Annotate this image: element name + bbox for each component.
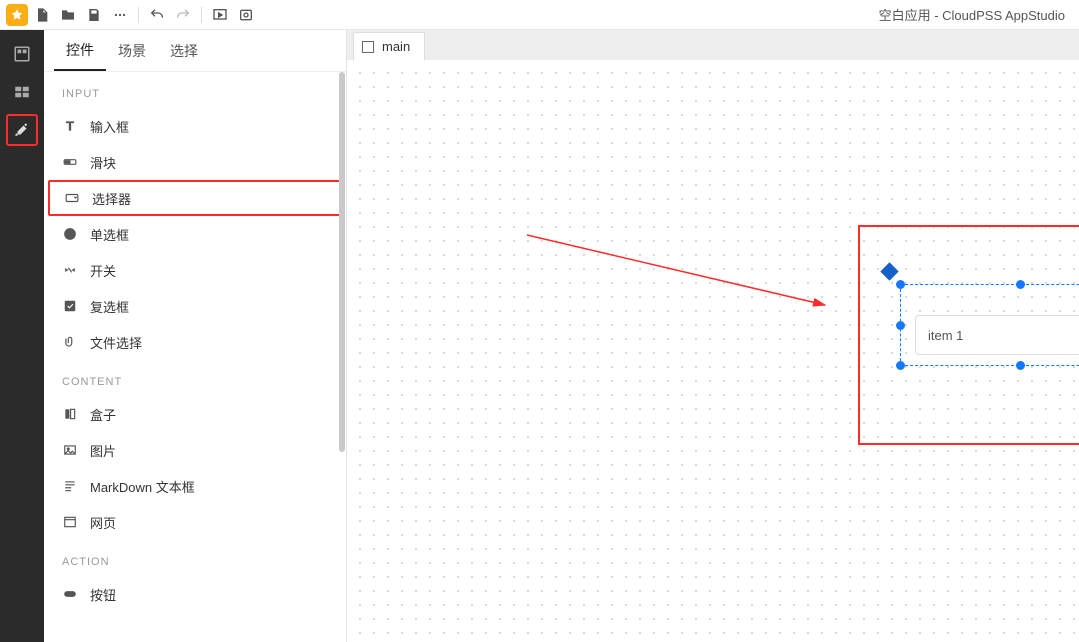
checkbox-icon: [62, 299, 78, 313]
widget-button[interactable]: 按钮: [44, 576, 346, 612]
radio-icon: [62, 227, 78, 241]
more-icon[interactable]: [108, 3, 132, 27]
panel-tabs: 控件 场景 选择: [44, 30, 346, 72]
widget-label: 选择器: [92, 189, 131, 208]
widget-label: 图片: [90, 441, 116, 460]
page-icon: [362, 41, 374, 53]
tab-select[interactable]: 选择: [158, 30, 210, 71]
slider-icon: [62, 155, 78, 169]
box-icon: [62, 407, 78, 421]
settings-icon[interactable]: [234, 3, 258, 27]
widget-image[interactable]: 图片: [44, 432, 346, 468]
rail-tools-icon[interactable]: [6, 114, 38, 146]
resize-handle-bm[interactable]: [1016, 361, 1025, 370]
widget-label: 网页: [90, 513, 116, 532]
left-rail: [0, 30, 44, 642]
canvas-tabstrip: main: [347, 30, 1079, 60]
widget-label: 输入框: [90, 117, 129, 136]
widget-file-select[interactable]: 文件选择: [44, 324, 346, 360]
widget-checkbox[interactable]: 复选框: [44, 288, 346, 324]
image-icon: [62, 443, 78, 457]
switch-icon: [62, 263, 78, 277]
canvas-tab-main[interactable]: main: [353, 32, 425, 60]
widget-label: 复选框: [90, 297, 129, 316]
selector-value: item 1: [928, 328, 963, 343]
redo-icon[interactable]: [171, 3, 195, 27]
tab-widgets[interactable]: 控件: [54, 30, 106, 71]
resize-handle-ml[interactable]: [896, 321, 905, 330]
widget-box[interactable]: 盒子: [44, 396, 346, 432]
resize-handle-tl[interactable]: [896, 280, 905, 289]
selector-icon: [64, 191, 80, 205]
widget-label: 按钮: [90, 585, 116, 604]
resize-handle-bl[interactable]: [896, 361, 905, 370]
markdown-icon: [62, 479, 78, 493]
section-action: ACTION: [44, 540, 346, 576]
widget-switch[interactable]: 开关: [44, 252, 346, 288]
preview-icon[interactable]: [208, 3, 232, 27]
widget-label: MarkDown 文本框: [90, 477, 195, 496]
widget-radio[interactable]: 单选框: [44, 216, 346, 252]
widget-label: 文件选择: [90, 333, 142, 352]
widget-selector[interactable]: 选择器: [48, 180, 342, 216]
resize-handle-tm[interactable]: [1016, 280, 1025, 289]
canvas-area: main item 1: [347, 30, 1079, 642]
section-input: INPUT: [44, 72, 346, 108]
topbar: 空白应用 - CloudPSS AppStudio: [0, 0, 1079, 30]
canvas-tab-label: main: [382, 39, 410, 54]
widget-label: 盒子: [90, 405, 116, 424]
webpage-icon: [62, 515, 78, 529]
selector-component[interactable]: item 1: [915, 315, 1079, 355]
file-icon: [62, 335, 78, 349]
widget-markdown[interactable]: MarkDown 文本框: [44, 468, 346, 504]
widget-label: 开关: [90, 261, 116, 280]
widget-label: 单选框: [90, 225, 129, 244]
open-folder-icon[interactable]: [56, 3, 80, 27]
widget-label: 滑块: [90, 153, 116, 172]
rail-assets-icon[interactable]: [6, 76, 38, 108]
text-input-icon: [62, 119, 78, 133]
app-logo[interactable]: [6, 4, 28, 26]
new-file-icon[interactable]: [30, 3, 54, 27]
widget-input-box[interactable]: 输入框: [44, 108, 346, 144]
rail-layout-icon[interactable]: [6, 38, 38, 70]
window-title: 空白应用 - CloudPSS AppStudio: [258, 5, 1073, 24]
save-icon[interactable]: [82, 3, 106, 27]
scrollbar[interactable]: [339, 72, 345, 452]
tab-scenes[interactable]: 场景: [106, 30, 158, 71]
widget-slider[interactable]: 滑块: [44, 144, 346, 180]
section-content: CONTENT: [44, 360, 346, 396]
topbar-actions: [6, 3, 258, 27]
widgets-panel: 控件 场景 选择 INPUT 输入框 滑块 选择器 单选框 开关 复选框 文件选…: [44, 30, 347, 642]
button-icon: [62, 587, 78, 601]
widget-webpage[interactable]: 网页: [44, 504, 346, 540]
undo-icon[interactable]: [145, 3, 169, 27]
